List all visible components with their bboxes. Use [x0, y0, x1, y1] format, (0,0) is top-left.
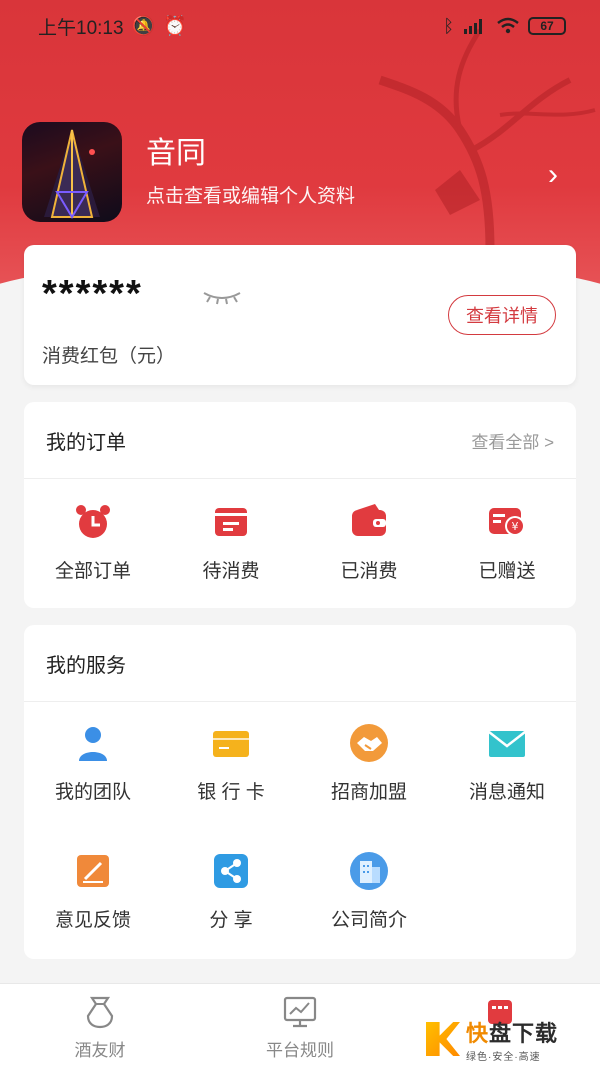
avatar[interactable] — [22, 122, 122, 222]
service-item-label: 招商加盟 — [330, 782, 407, 803]
handshake-icon — [349, 723, 389, 763]
divider — [24, 478, 576, 479]
watermark-logo: 快盘下载 绿色·安全·高速 — [426, 1014, 600, 1064]
tree-decoration — [378, 28, 596, 250]
signal-icon — [464, 19, 482, 34]
order-item-label: 已消费 — [340, 561, 398, 582]
service-item-team[interactable]: 我的团队 — [24, 723, 162, 804]
orders-title: 我的订单 — [46, 432, 126, 454]
avatar-image — [44, 129, 100, 219]
service-item-label: 我的团队 — [54, 782, 131, 803]
order-item-gifted[interactable]: ¥ 已赠送 — [438, 502, 576, 583]
share-icon — [211, 851, 251, 891]
wifi-icon — [497, 17, 519, 34]
watermark-main-b: 盘下载 — [489, 1020, 559, 1046]
chevron-right-icon[interactable]: › — [548, 158, 558, 192]
wallet-icon — [349, 502, 389, 542]
balance-label: 消费红包（元） — [42, 346, 176, 367]
mail-icon — [487, 723, 527, 763]
service-item-company[interactable]: 公司简介 — [300, 851, 438, 932]
profile-subtitle[interactable]: 点击查看或编辑个人资料 — [146, 181, 355, 208]
balance-card: ****** 消费红包（元） 查看详情 — [24, 245, 576, 385]
order-item-consumed[interactable]: 已消费 — [300, 502, 438, 583]
order-item-all[interactable]: 全部订单 — [24, 502, 162, 583]
view-details-button[interactable]: 查看详情 — [448, 295, 556, 335]
nav-item-platform-rules[interactable]: 平台规则 — [230, 994, 370, 1061]
order-item-label: 已赠送 — [478, 561, 536, 582]
service-item-feedback[interactable]: 意见反馈 — [24, 851, 162, 932]
service-item-label: 公司简介 — [330, 910, 407, 931]
building-icon — [349, 851, 389, 891]
alarm-clock-icon — [73, 502, 113, 542]
order-item-label: 全部订单 — [54, 561, 131, 582]
svg-text:¥: ¥ — [512, 520, 519, 533]
eye-closed-icon[interactable] — [202, 289, 242, 305]
nav-label: 平台规则 — [266, 1041, 334, 1060]
service-item-franchise[interactable]: 招商加盟 — [300, 723, 438, 804]
view-all-orders-link[interactable]: 查看全部 > — [471, 428, 554, 453]
watermark-k-icon — [426, 1022, 460, 1056]
service-item-share[interactable]: 分 享 — [162, 851, 300, 932]
order-item-pending[interactable]: 待消费 — [162, 502, 300, 583]
orders-card: 我的订单 查看全部 > 全部订单 待消费 已消费 ¥ 已赠送 — [24, 402, 576, 608]
service-item-label: 分 享 — [209, 910, 253, 931]
battery-icon: 67 — [528, 17, 566, 35]
status-time: 上午10:13 — [38, 17, 124, 39]
service-item-label: 银 行 卡 — [197, 782, 265, 803]
yen-card-icon: ¥ — [487, 502, 527, 542]
bluetooth-icon: ᛒ — [443, 15, 454, 36]
watermark-sub: 绿色·安全·高速 — [466, 1051, 541, 1063]
profile-name[interactable]: 音同 — [146, 128, 206, 172]
monitor-chart-icon — [283, 996, 317, 1028]
services-title: 我的服务 — [46, 655, 126, 677]
user-icon — [73, 723, 113, 763]
order-item-label: 待消费 — [202, 561, 260, 582]
balance-value: ****** — [42, 273, 143, 315]
bank-card-icon — [211, 723, 251, 763]
watermark-main-a: 快 — [466, 1020, 490, 1046]
card-icon — [211, 502, 251, 542]
service-item-label: 消息通知 — [468, 782, 545, 803]
divider — [24, 701, 576, 702]
wine-jar-icon — [86, 996, 114, 1029]
status-bar: 上午10:13 🔕 ⏰ ᛒ 67 — [0, 0, 600, 52]
service-item-label: 意见反馈 — [54, 910, 131, 931]
nav-label: 酒友财 — [74, 1041, 126, 1060]
services-card: 我的服务 我的团队 银 行 卡 招商加盟 消息通知 意见反馈 分 享 公司简介 — [24, 625, 576, 959]
mute-icon: 🔕 — [131, 16, 156, 37]
edit-icon — [73, 851, 113, 891]
alarm-icon: ⏰ — [163, 16, 187, 37]
service-item-messages[interactable]: 消息通知 — [438, 723, 576, 804]
service-item-bank-card[interactable]: 银 行 卡 — [162, 723, 300, 804]
nav-item-wine-wealth[interactable]: 酒友财 — [30, 994, 170, 1061]
